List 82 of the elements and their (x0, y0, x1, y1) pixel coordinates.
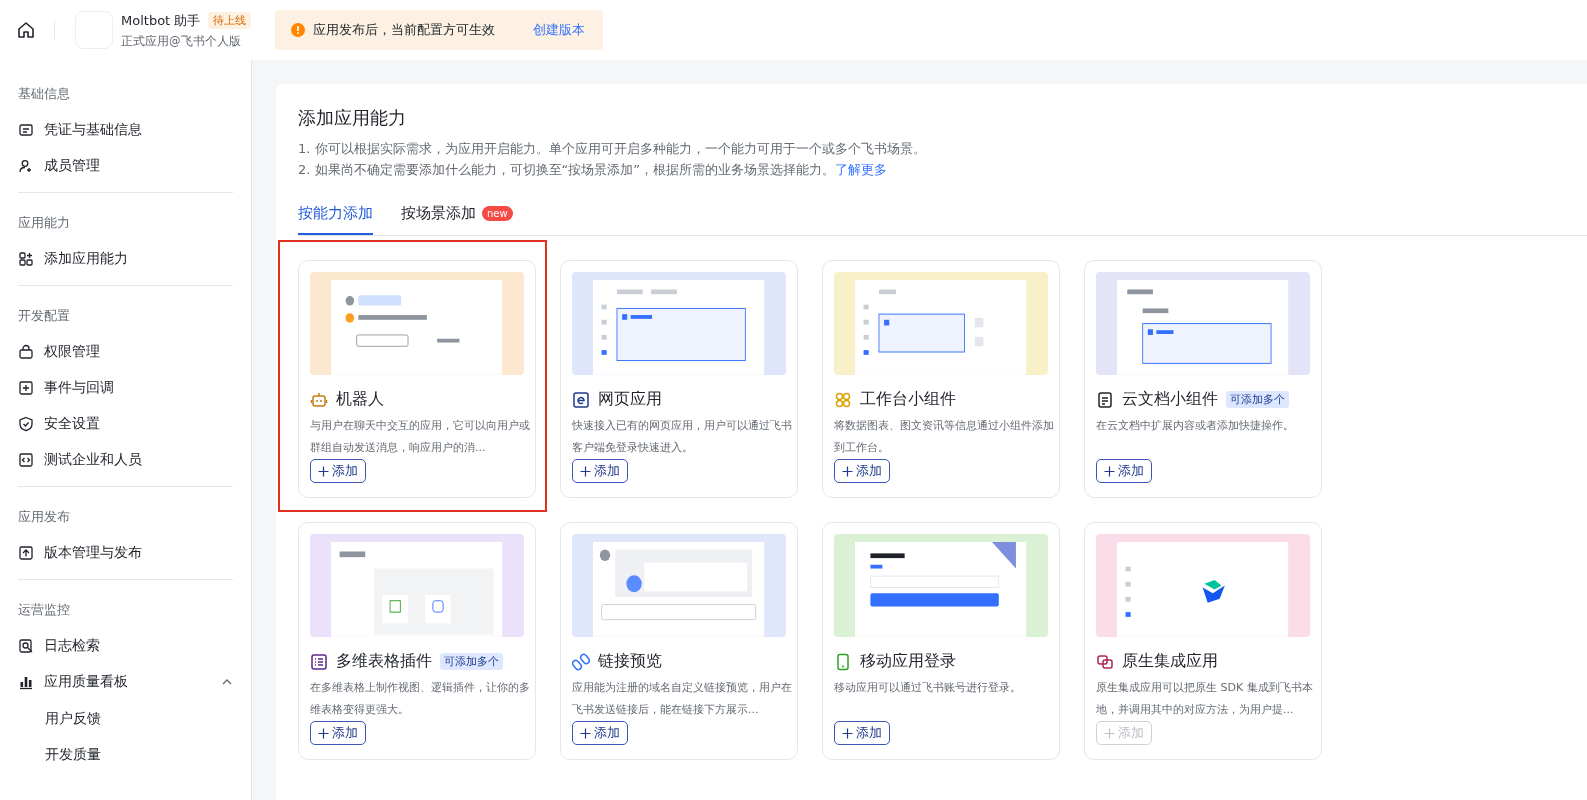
nav-subitem[interactable]: 用户反馈 (18, 700, 233, 736)
warning-icon (291, 23, 306, 37)
nav-item[interactable]: 应用质量看板 (18, 664, 233, 700)
table-icon (310, 652, 328, 671)
add-button[interactable]: 添加 (834, 459, 890, 483)
card-title: 多维表格插件 (336, 651, 432, 672)
add-button[interactable]: 添加 (1096, 459, 1152, 483)
nav-item[interactable]: 凭证与基础信息 (18, 112, 233, 148)
instruction-text: 1. 你可以根据实际需求，为应用开启能力。单个应用可开启多种能力，一个能力可用于一个或多个飞书场景。 (298, 140, 927, 158)
card-title: 网页应用 (598, 389, 662, 410)
nav-icon (18, 158, 34, 174)
card-title: 链接预览 (598, 651, 662, 672)
link-icon (572, 652, 590, 671)
nav-icon (18, 674, 34, 690)
app-edition: 正式应用@飞书个人版 (121, 33, 242, 49)
create-version-link[interactable]: 创建版本 (533, 21, 586, 39)
card-title: 工作台小组件 (860, 389, 956, 410)
home-icon[interactable] (16, 20, 36, 40)
card-description: 应用能为注册的域名自定义链接预览，用户在飞书发送链接后，能在链接下方展示... (572, 680, 792, 718)
nav-item[interactable]: 测试企业和人员 (18, 442, 233, 478)
nav-icon (18, 416, 34, 432)
new-badge: new (482, 206, 513, 221)
multi-add-badge: 可添加多个 (440, 653, 503, 670)
web-icon (572, 390, 590, 409)
plus-icon (580, 727, 591, 739)
nav-icon (18, 545, 34, 561)
nav-item[interactable]: 安全设置 (18, 406, 233, 442)
plus-icon (580, 465, 591, 477)
group-title: 应用发布 (18, 508, 71, 526)
card-description: 移动应用可以通过飞书账号进行登录。 (834, 680, 1022, 696)
page-title: 添加应用能力 (298, 106, 407, 130)
card-description: 将数据图表、图文资讯等信息通过小组件添加到工作台。 (834, 418, 1054, 456)
add-button[interactable]: 添加 (572, 721, 628, 745)
nav-icon (18, 251, 34, 267)
card-title: 原生集成应用 (1122, 651, 1218, 672)
nav-item[interactable]: 版本管理与发布 (18, 535, 233, 571)
card-description: 与用户在聊天中交互的应用，它可以向用户或群组自动发送消息，响应用户的消... (310, 418, 530, 456)
nav-item[interactable]: 日志检索 (18, 628, 233, 664)
add-button[interactable]: 添加 (310, 459, 366, 483)
group-title: 开发配置 (18, 307, 71, 325)
widget-icon (834, 390, 852, 409)
nav-item[interactable]: 添加应用能力 (18, 241, 233, 277)
plus-icon (318, 727, 329, 739)
nav-icon (18, 638, 34, 654)
card-description: 快速接入已有的网页应用，用户可以通过飞书客户端免登录快速进入。 (572, 418, 792, 456)
robot-icon (310, 390, 328, 409)
card-description: 在云文档中扩展内容或者添加快捷操作。 (1096, 418, 1295, 434)
add-button[interactable]: 添加 (834, 721, 890, 745)
card-title: 云文档小组件 (1122, 389, 1218, 410)
instruction-text: 2. 如果尚不确定需要添加什么能力，可切换至“按场景添加”，根据所需的业务场景选择能力。了解更多 (298, 161, 888, 179)
nav-icon (18, 122, 34, 138)
nav-item[interactable]: 成员管理 (18, 148, 233, 184)
plus-icon (1104, 465, 1115, 477)
plus-icon (842, 727, 853, 739)
group-title: 基础信息 (18, 85, 71, 103)
learn-more-link[interactable]: 了解更多 (835, 162, 887, 177)
nav-item[interactable]: 事件与回调 (18, 370, 233, 406)
card-title: 机器人 (336, 389, 384, 410)
card-description: 原生集成应用可以把原生 SDK 集成到飞书本地，并调用其中的对应方法，为用户提... (1096, 680, 1314, 718)
app-name: Moltbot 助手 (121, 11, 201, 30)
nav-subitem[interactable]: 开发质量 (18, 736, 233, 772)
nav-icon (18, 452, 34, 468)
add-button[interactable]: 添加 (572, 459, 628, 483)
doc-icon (1096, 390, 1114, 409)
add-button[interactable]: 添加 (310, 721, 366, 745)
group-title: 应用能力 (18, 214, 71, 232)
nav-item[interactable]: 权限管理 (18, 334, 233, 370)
nav-icon (18, 380, 34, 396)
mobile-icon (834, 652, 852, 671)
nav-icon (18, 344, 34, 360)
plus-icon (842, 465, 853, 477)
native-icon (1096, 652, 1114, 671)
tab[interactable]: 按能力添加 (298, 204, 373, 235)
plus-icon (1104, 727, 1115, 739)
card-description: 在多维表格上制作视图、逻辑插件，让你的多维表格变得更强大。 (310, 680, 530, 718)
card-title: 移动应用登录 (860, 651, 956, 672)
notice-text: 应用发布后，当前配置方可生效 (313, 21, 496, 39)
multi-add-badge: 可添加多个 (1226, 391, 1289, 408)
tab[interactable]: 按场景添加 new (401, 204, 513, 235)
plus-icon (318, 465, 329, 477)
group-title: 运营监控 (18, 601, 71, 619)
status-tag: 待上线 (208, 12, 252, 29)
